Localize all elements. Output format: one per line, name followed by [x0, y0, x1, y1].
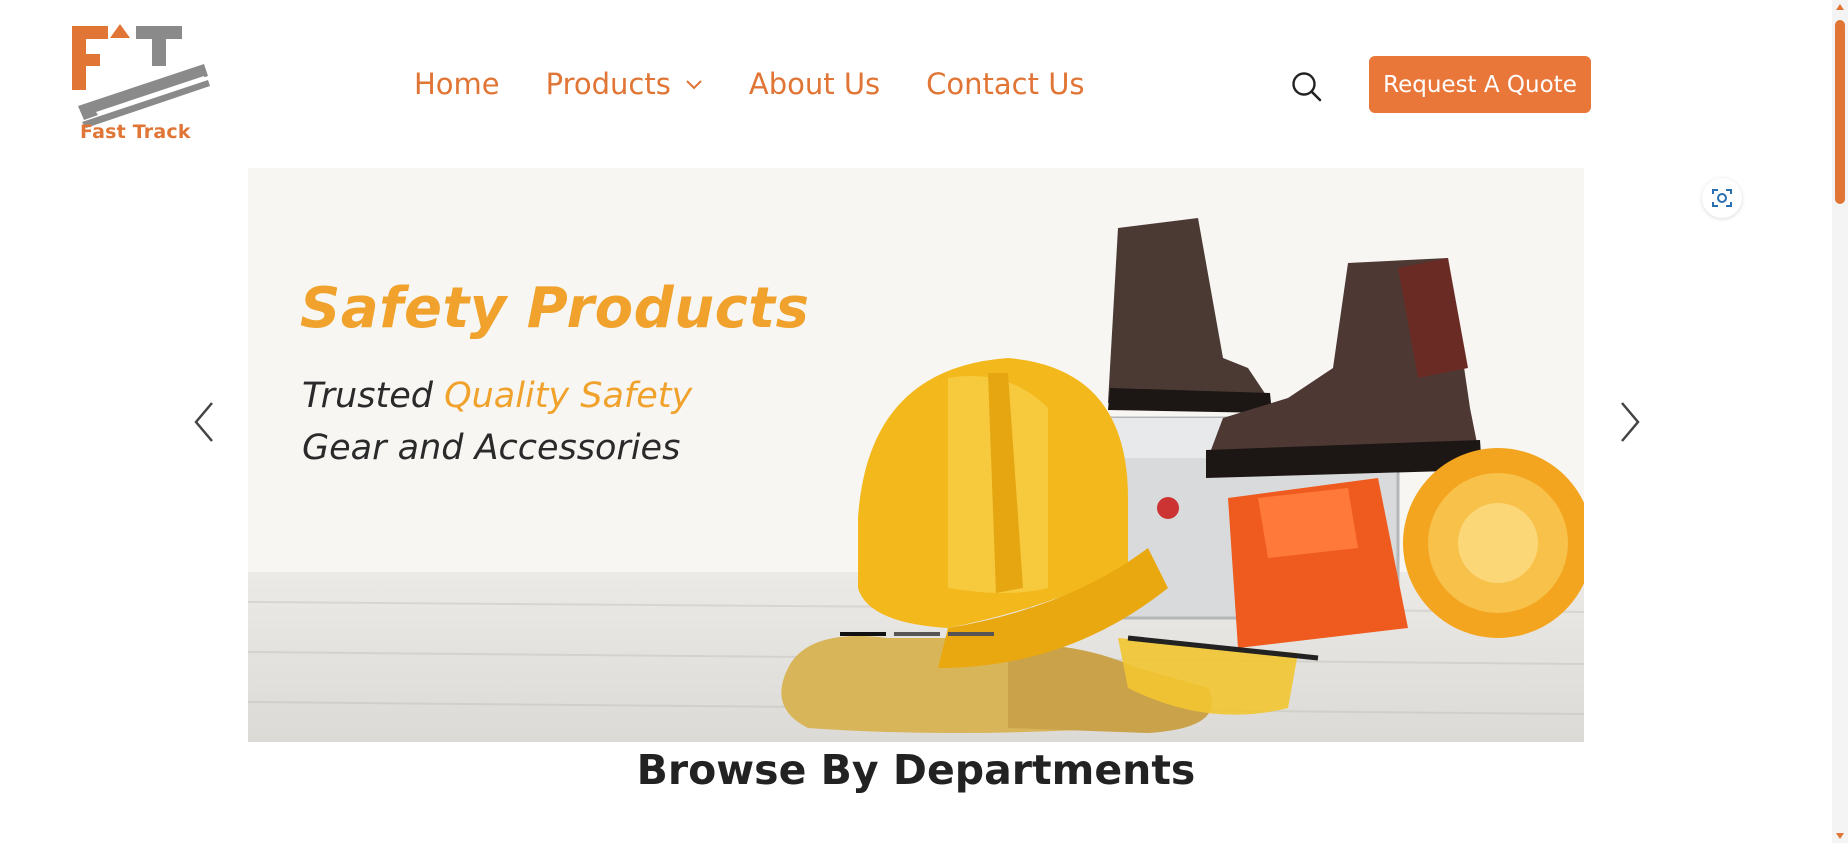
chevron-right-icon	[1621, 402, 1640, 442]
page-scrollbar[interactable]	[1832, 0, 1848, 843]
section-title: Browse By Departments	[636, 746, 1196, 794]
nav-products[interactable]: Products	[546, 67, 703, 101]
carousel-indicator-1[interactable]	[840, 632, 886, 636]
logo-text: Fast Track	[80, 121, 191, 143]
carousel-indicators	[840, 632, 994, 636]
chevron-down-icon	[686, 80, 702, 90]
slide-subtitle-line1: Trusted Quality Safety	[302, 376, 692, 416]
nav-products-label: Products	[545, 67, 671, 101]
scroll-down-arrow[interactable]	[1836, 833, 1844, 839]
slide-subtitle-part1: Trusted	[302, 376, 445, 416]
carousel-prev-button[interactable]	[190, 399, 220, 445]
scroll-thumb[interactable]	[1835, 20, 1845, 204]
nav-contact-label: Contact Us	[926, 67, 1085, 101]
request-quote-button[interactable]: Request A Quote	[1369, 56, 1591, 113]
fast-track-logo-icon	[72, 24, 210, 128]
nav-home-label: Home	[414, 67, 500, 101]
scroll-up-arrow[interactable]	[1836, 4, 1844, 10]
nav-contact[interactable]: Contact Us	[926, 67, 1084, 101]
nav-home[interactable]: Home	[414, 67, 500, 101]
carousel-next-button[interactable]	[1614, 399, 1644, 445]
slide-subtitle-line2: Gear and Accessories	[302, 428, 681, 468]
chevron-left-icon	[194, 402, 213, 442]
carousel-indicator-3[interactable]	[948, 632, 994, 636]
visual-search-button[interactable]	[1702, 178, 1742, 218]
search-button[interactable]	[1290, 70, 1324, 104]
hero-carousel: Safety Products Trusted Quality Safety G…	[248, 168, 1584, 742]
carousel-indicator-2[interactable]	[894, 632, 940, 636]
nav-about[interactable]: About Us	[749, 67, 880, 101]
main-nav: Home Products About Us Contact Us	[414, 64, 1131, 104]
slide-subtitle-accent: Quality Safety	[444, 376, 693, 416]
search-icon	[1292, 72, 1322, 102]
camera-lens-icon	[1712, 189, 1732, 207]
slide-title: Safety Products	[300, 276, 810, 341]
nav-about-label: About Us	[748, 67, 881, 101]
